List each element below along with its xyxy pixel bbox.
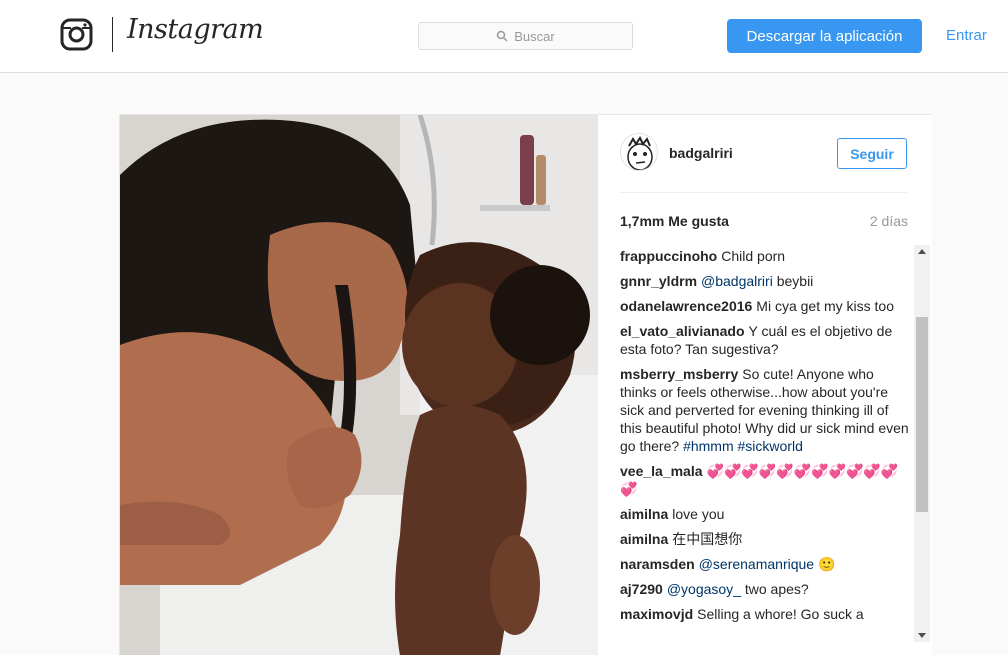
comment-author[interactable]: maximovjd: [620, 606, 693, 622]
avatar[interactable]: [620, 133, 658, 171]
top-navigation-bar: Instagram Buscar Descargar la aplicación…: [0, 0, 1008, 73]
comment: el_vato_alivianado Y cuál es el objetivo …: [620, 322, 910, 358]
avatar-image: [621, 134, 657, 170]
comments-scrollbar[interactable]: [914, 245, 930, 642]
search-icon: [497, 30, 508, 42]
post-photo-image: [120, 115, 598, 655]
comment: aimilna 在中国想你: [620, 530, 910, 548]
logo-divider: [112, 17, 113, 52]
post-time[interactable]: 2 días: [870, 213, 908, 229]
comment-author[interactable]: aj7290: [620, 581, 663, 597]
comment-author[interactable]: odanelawrence2016: [620, 298, 752, 314]
comment-mention[interactable]: @serenamanrique: [699, 556, 814, 572]
likes-count[interactable]: 1,7mm Me gusta: [620, 213, 729, 229]
comment-text: two apes?: [740, 581, 809, 597]
header-divider: [620, 192, 907, 193]
comment: frappuccinoho Child porn: [620, 247, 910, 265]
comment: maximovjd Selling a whore! Go suck a: [620, 605, 910, 623]
comment-text: 在中国想你: [672, 531, 743, 547]
comment-author[interactable]: naramsden: [620, 556, 695, 572]
comment-author[interactable]: aimilna: [620, 506, 668, 522]
comment-text: love you: [672, 506, 725, 522]
instagram-wordmark[interactable]: Instagram: [127, 14, 264, 45]
instagram-camera-icon[interactable]: [60, 18, 93, 51]
comment: vee_la_mala 💞💞💞💞💞💞💞💞💞💞💞💞: [620, 462, 910, 498]
comment: aimilna love you: [620, 505, 910, 523]
comment-author[interactable]: el_vato_alivianado: [620, 323, 745, 339]
comment-author[interactable]: vee_la_mala: [620, 463, 703, 479]
comment-author[interactable]: aimilna: [620, 531, 668, 547]
comment-text: beybii: [772, 273, 814, 289]
post-username[interactable]: badgalriri: [669, 145, 733, 161]
comment: odanelawrence2016 Mi cya get my kiss too: [620, 297, 910, 315]
login-link[interactable]: Entrar: [946, 27, 987, 44]
comment-text: Selling a whore! Go suck a: [697, 606, 864, 622]
comment: gnnr_yldrm @badgalriri beybii: [620, 272, 910, 290]
comment-author[interactable]: frappuccinoho: [620, 248, 717, 264]
comment-hashtags[interactable]: #hmmm #sickworld: [683, 438, 803, 454]
comment-author[interactable]: gnnr_yldrm: [620, 273, 697, 289]
comment-text: 🙂: [814, 556, 836, 572]
comment: msberry_msberry So cute! Anyone who think…: [620, 365, 910, 455]
comment: aj7290 @yogasoy_ two apes?: [620, 580, 910, 598]
search-input[interactable]: Buscar: [418, 22, 633, 50]
comment-mention[interactable]: @yogasoy_: [667, 581, 741, 597]
arrow-up-icon[interactable]: [918, 249, 926, 254]
comment-mention[interactable]: @badgalriri: [701, 273, 773, 289]
scrollbar-thumb[interactable]: [916, 317, 928, 512]
comments-list: frappuccinoho Child porn gnnr_yldrm @badga…: [620, 247, 910, 639]
post-card: badgalriri Seguir 1,7mm Me gusta 2 días …: [119, 114, 932, 655]
post-photo[interactable]: [120, 115, 598, 655]
follow-button[interactable]: Seguir: [837, 138, 907, 169]
comment-author[interactable]: msberry_msberry: [620, 366, 738, 382]
post-side-panel: badgalriri Seguir 1,7mm Me gusta 2 días …: [598, 115, 932, 655]
download-app-button[interactable]: Descargar la aplicación: [727, 19, 922, 53]
comment-text: Mi cya get my kiss too: [756, 298, 894, 314]
arrow-down-icon[interactable]: [918, 633, 926, 638]
comment: naramsden @serenamanrique 🙂: [620, 555, 910, 573]
comment-text: Child porn: [721, 248, 786, 264]
search-placeholder: Buscar: [514, 28, 555, 44]
